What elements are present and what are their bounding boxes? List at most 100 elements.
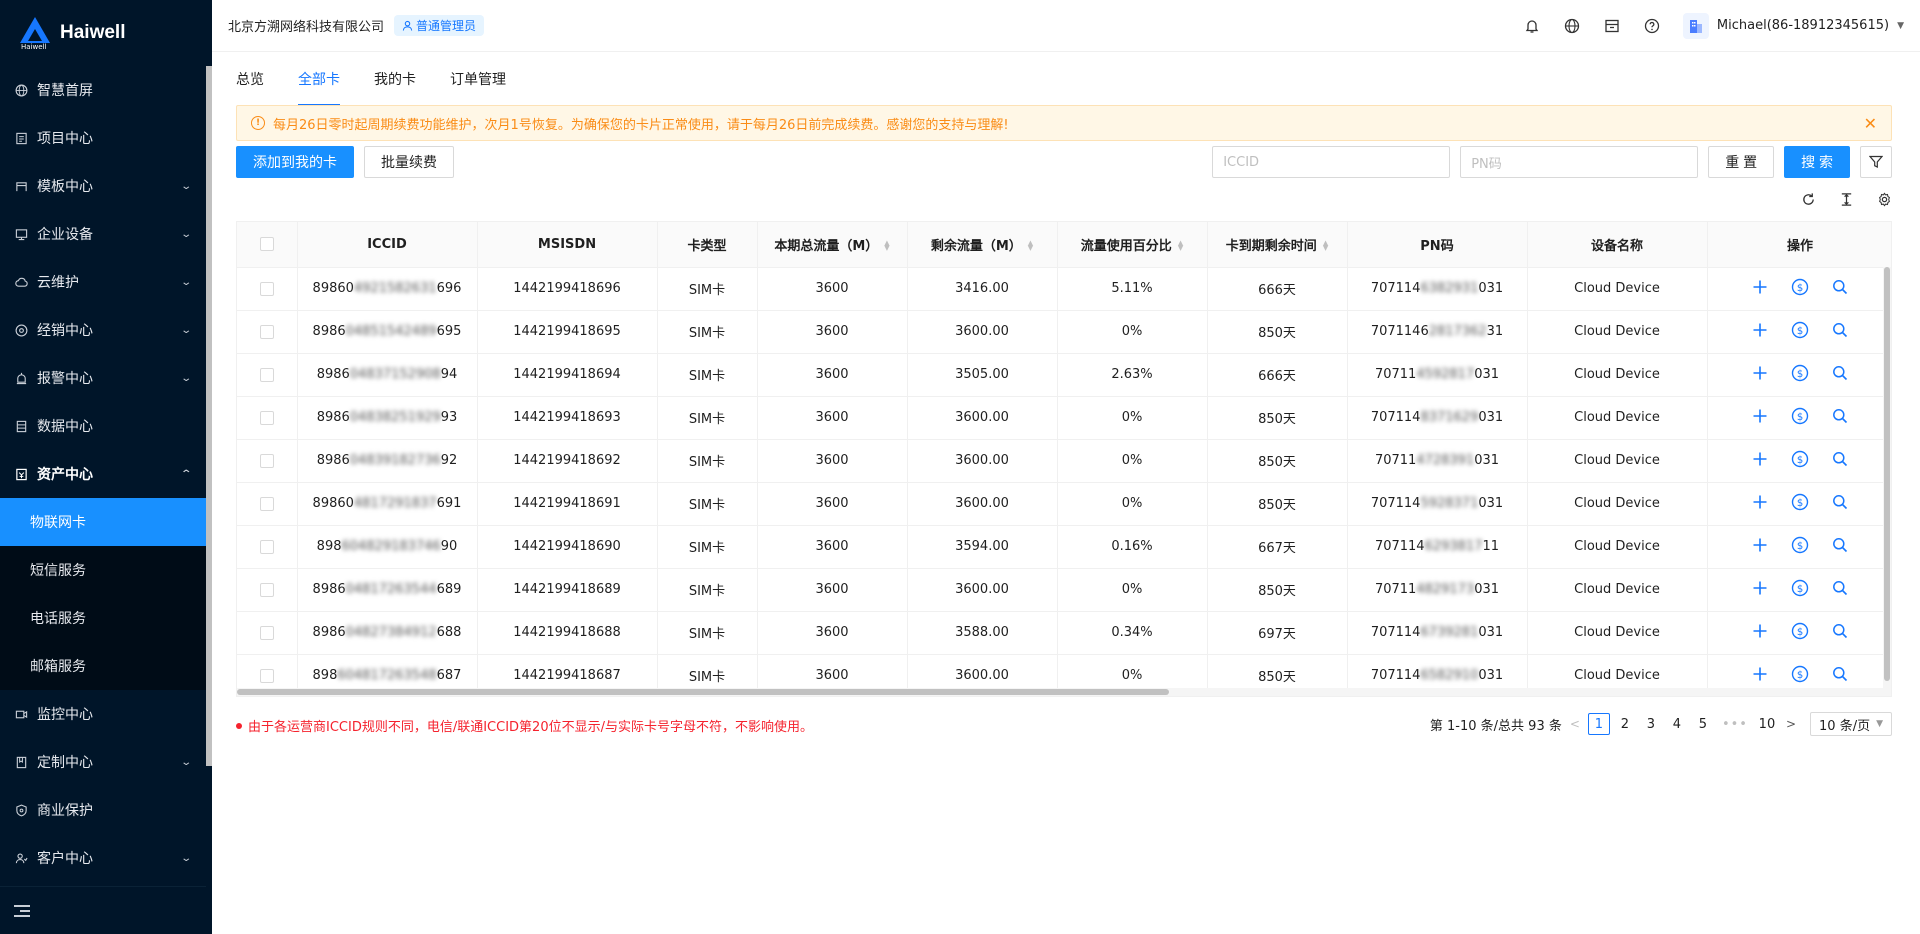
bell-icon[interactable] bbox=[1523, 17, 1541, 35]
table-row[interactable]: 898604851542489695 1442199418695 SIM卡 3600 3… bbox=[237, 310, 1891, 354]
add-icon[interactable] bbox=[1751, 493, 1769, 511]
sort-icon[interactable]: ▲ ▼ bbox=[884, 240, 889, 252]
submenu-item-2[interactable]: 电话服务 bbox=[0, 594, 212, 642]
renew-dollar-icon[interactable]: $ bbox=[1791, 407, 1809, 425]
select-all-checkbox[interactable] bbox=[259, 237, 274, 252]
sidebar-item-t1[interactable]: 项目中心 bbox=[0, 114, 212, 162]
brand[interactable]: Haiwell Haiwell bbox=[0, 0, 212, 66]
sidebar-item-t8[interactable]: 资产中心 ⌃ bbox=[0, 450, 212, 498]
sidebar-item-t7[interactable]: 数据中心 bbox=[0, 402, 212, 450]
detail-search-icon[interactable] bbox=[1831, 622, 1849, 640]
renew-dollar-icon[interactable]: $ bbox=[1791, 579, 1809, 597]
add-icon[interactable] bbox=[1751, 407, 1769, 425]
iccid-search-input[interactable]: ICCID bbox=[1212, 146, 1451, 178]
row-checkbox[interactable] bbox=[259, 539, 274, 554]
tab-1[interactable]: 全部卡 bbox=[298, 52, 340, 106]
renew-dollar-icon[interactable]: $ bbox=[1791, 364, 1809, 382]
column-height-icon[interactable] bbox=[1838, 191, 1854, 207]
sidebar-item-b2[interactable]: 商业保护 bbox=[0, 786, 212, 834]
page-2[interactable]: 2 bbox=[1614, 713, 1636, 735]
renew-dollar-icon[interactable]: $ bbox=[1791, 278, 1809, 296]
row-checkbox[interactable] bbox=[259, 410, 274, 425]
add-icon[interactable] bbox=[1751, 278, 1769, 296]
table-row[interactable]: 89860482918374690 1442199418690 SIM卡 3600 35… bbox=[237, 525, 1891, 569]
table-row[interactable]: 898604817291837691 1442199418691 SIM卡 3600 3… bbox=[237, 482, 1891, 526]
table-row[interactable]: 898604827384912688 1442199418688 SIM卡 3600 3… bbox=[237, 611, 1891, 655]
filter-button[interactable] bbox=[1860, 146, 1892, 178]
tab-3[interactable]: 订单管理 bbox=[450, 52, 506, 106]
reset-button[interactable]: 重 置 bbox=[1708, 146, 1775, 178]
sidebar-item-b0[interactable]: 监控中心 bbox=[0, 690, 212, 738]
tab-0[interactable]: 总览 bbox=[236, 52, 264, 106]
add-icon[interactable] bbox=[1751, 665, 1769, 683]
table-horizontal-scrollbar[interactable] bbox=[237, 688, 1891, 696]
store-icon[interactable] bbox=[1603, 17, 1621, 35]
refresh-icon[interactable] bbox=[1800, 191, 1816, 207]
page-3[interactable]: 3 bbox=[1640, 713, 1662, 735]
row-checkbox[interactable] bbox=[259, 625, 274, 640]
tab-2[interactable]: 我的卡 bbox=[374, 52, 416, 106]
col-remaining-traffic[interactable]: 剩余流量（M） ▲ ▼ bbox=[907, 222, 1058, 268]
submenu-item-0[interactable]: 物联网卡 bbox=[0, 498, 212, 546]
sidebar-collapse-button[interactable] bbox=[0, 886, 206, 934]
sidebar-item-t6[interactable]: 报警中心 ⌄ bbox=[0, 354, 212, 402]
row-checkbox[interactable] bbox=[259, 281, 274, 296]
submenu-item-3[interactable]: 邮箱服务 bbox=[0, 642, 212, 690]
search-button[interactable]: 搜 索 bbox=[1784, 146, 1850, 178]
prev-page-icon[interactable]: < bbox=[1570, 717, 1580, 731]
renew-dollar-icon[interactable]: $ bbox=[1791, 450, 1809, 468]
add-icon[interactable] bbox=[1751, 321, 1769, 339]
page-1[interactable]: 1 bbox=[1587, 713, 1610, 735]
close-icon[interactable]: ✕ bbox=[1864, 114, 1877, 133]
page-4[interactable]: 4 bbox=[1666, 713, 1688, 735]
sidebar-item-b1[interactable]: 定制中心 ⌄ bbox=[0, 738, 212, 786]
table-row[interactable]: 89860483825192993 1442199418693 SIM卡 3600 36… bbox=[237, 396, 1891, 440]
sidebar-scrollbar[interactable] bbox=[206, 66, 212, 766]
sidebar-item-t0[interactable]: 智慧首屏 bbox=[0, 66, 212, 114]
row-checkbox[interactable] bbox=[259, 453, 274, 468]
sidebar-item-t2[interactable]: 模板中心 ⌄ bbox=[0, 162, 212, 210]
sort-icon[interactable]: ▲ ▼ bbox=[1323, 240, 1328, 252]
table-row[interactable]: 898604921582631696 1442199418696 SIM卡 3600 3… bbox=[237, 267, 1891, 311]
row-checkbox[interactable] bbox=[259, 668, 274, 683]
detail-search-icon[interactable] bbox=[1831, 407, 1849, 425]
settings-gear-icon[interactable] bbox=[1876, 191, 1892, 207]
help-icon[interactable] bbox=[1643, 17, 1661, 35]
detail-search-icon[interactable] bbox=[1831, 493, 1849, 511]
col-total-traffic[interactable]: 本期总流量（M） ▲ ▼ bbox=[757, 222, 908, 268]
table-row[interactable]: 89860483918273692 1442199418692 SIM卡 3600 36… bbox=[237, 439, 1891, 483]
renew-dollar-icon[interactable]: $ bbox=[1791, 321, 1809, 339]
row-checkbox[interactable] bbox=[259, 367, 274, 382]
table-vertical-scrollbar[interactable] bbox=[1883, 267, 1891, 690]
detail-search-icon[interactable] bbox=[1831, 665, 1849, 683]
page-size-select[interactable]: 10 条/页 ▼ bbox=[1810, 712, 1892, 736]
row-checkbox[interactable] bbox=[259, 324, 274, 339]
sort-icon[interactable]: ▲ ▼ bbox=[1028, 240, 1033, 252]
table-row[interactable]: 89860483715290894 1442199418694 SIM卡 3600 35… bbox=[237, 353, 1891, 397]
add-icon[interactable] bbox=[1751, 450, 1769, 468]
sidebar-item-t5[interactable]: 经销中心 ⌄ bbox=[0, 306, 212, 354]
renew-dollar-icon[interactable]: $ bbox=[1791, 622, 1809, 640]
page-5[interactable]: 5 bbox=[1692, 713, 1714, 735]
col-usage-percent[interactable]: 流量使用百分比 ▲ ▼ bbox=[1057, 222, 1208, 268]
language-globe-icon[interactable] bbox=[1563, 17, 1581, 35]
sidebar-item-b3[interactable]: 客户中心 ⌄ bbox=[0, 834, 212, 882]
col-days-remaining[interactable]: 卡到期剩余时间 ▲ ▼ bbox=[1207, 222, 1348, 268]
add-icon[interactable] bbox=[1751, 622, 1769, 640]
sidebar-item-t4[interactable]: 云维护 ⌄ bbox=[0, 258, 212, 306]
add-icon[interactable] bbox=[1751, 579, 1769, 597]
detail-search-icon[interactable] bbox=[1831, 536, 1849, 554]
pagination-ellipsis[interactable]: ••• bbox=[1722, 717, 1748, 732]
table-row[interactable]: 898604817263544689 1442199418689 SIM卡 3600 3… bbox=[237, 568, 1891, 612]
add-to-my-cards-button[interactable]: 添加到我的卡 bbox=[236, 146, 354, 178]
renew-dollar-icon[interactable]: $ bbox=[1791, 536, 1809, 554]
page-last[interactable]: 10 bbox=[1756, 713, 1778, 735]
detail-search-icon[interactable] bbox=[1831, 450, 1849, 468]
add-icon[interactable] bbox=[1751, 536, 1769, 554]
pn-search-input[interactable]: PN码 bbox=[1460, 146, 1699, 178]
renew-dollar-icon[interactable]: $ bbox=[1791, 493, 1809, 511]
row-checkbox[interactable] bbox=[259, 496, 274, 511]
submenu-item-1[interactable]: 短信服务 bbox=[0, 546, 212, 594]
detail-search-icon[interactable] bbox=[1831, 321, 1849, 339]
detail-search-icon[interactable] bbox=[1831, 579, 1849, 597]
